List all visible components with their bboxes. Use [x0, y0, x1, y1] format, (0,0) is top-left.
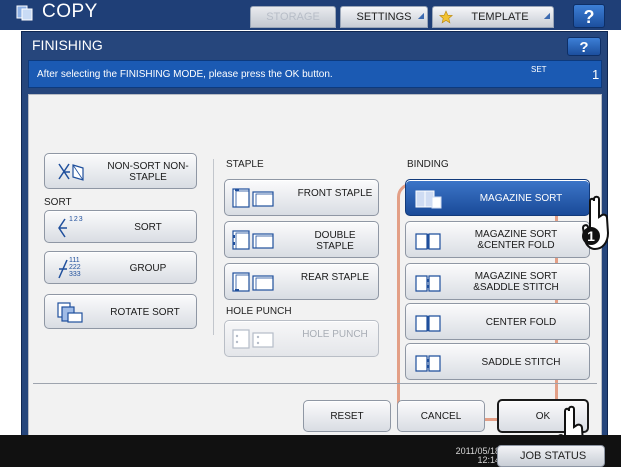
cancel-label: CANCEL — [420, 411, 462, 422]
double-staple-button[interactable]: DOUBLE STAPLE — [224, 221, 379, 258]
app-header: COPY STORAGE SETTINGS ◢ TEMPLATE ◢ ? — [0, 0, 621, 30]
saddle-stitch-icon — [415, 355, 441, 372]
front-staple-label: FRONT STAPLE — [297, 188, 373, 199]
copy-icon — [16, 5, 33, 21]
clock: 2011/05/18 12:14 — [452, 447, 500, 465]
center-fold-icon — [415, 315, 441, 332]
tab-settings-label: SETTINGS — [356, 11, 412, 23]
rear-staple-label: REAR STAPLE — [300, 272, 370, 283]
rotate-sort-button[interactable]: ROTATE SORT — [44, 294, 197, 329]
hole-punch-button[interactable]: HOLE PUNCH — [224, 320, 379, 357]
tab-storage-label: STORAGE — [266, 11, 320, 23]
time: 12:14 — [477, 455, 500, 465]
magazine-sort-button[interactable]: MAGAZINE SORT — [405, 179, 590, 216]
help-button[interactable]: ? — [573, 4, 605, 28]
non-sort-icon — [58, 163, 84, 181]
sort-label: SORT — [134, 222, 162, 233]
tab-template-label: TEMPLATE — [471, 11, 529, 23]
double-staple-label: DOUBLE STAPLE — [314, 230, 356, 252]
group-icon-digits: 111 222 333 — [69, 257, 81, 278]
saddle-stitch-label: SADDLE STITCH — [481, 357, 561, 368]
magazine-sort-icon — [415, 190, 442, 209]
center-fold-button[interactable]: CENTER FOLD — [405, 303, 590, 340]
cancel-button[interactable]: CANCEL — [397, 400, 485, 432]
group-button[interactable]: 111 222 333 GROUP — [44, 251, 197, 284]
hole-punch-label: HOLE PUNCH — [302, 329, 368, 340]
reset-button[interactable]: RESET — [303, 400, 391, 432]
tab-settings[interactable]: SETTINGS ◢ — [340, 6, 428, 28]
footer-divider — [33, 383, 597, 384]
tab-template[interactable]: TEMPLATE ◢ — [432, 6, 554, 28]
tab-storage[interactable]: STORAGE — [250, 6, 336, 28]
sort-section-label: SORT — [44, 197, 72, 208]
tab-arrow-icon: ◢ — [543, 11, 550, 20]
front-staple-button[interactable]: FRONT STAPLE — [224, 179, 379, 216]
column-divider — [213, 159, 214, 335]
hand-pointer-icon — [581, 195, 610, 251]
magazine-sort-saddle-stitch-button[interactable]: MAGAZINE SORT &SADDLE STITCH — [405, 263, 590, 300]
rear-staple-icon — [232, 272, 274, 292]
job-status-button[interactable]: JOB STATUS — [497, 445, 605, 467]
set-label: SET — [531, 65, 547, 74]
double-staple-icon — [232, 230, 274, 250]
magazine-sort-saddle-stitch-label: MAGAZINE SORT &SADDLE STITCH — [473, 271, 559, 293]
rear-staple-button[interactable]: REAR STAPLE — [224, 263, 379, 300]
binding-highlight-frame — [397, 183, 558, 421]
front-staple-icon — [232, 188, 274, 208]
non-sort-button[interactable]: NON-SORT NON-STAPLE — [44, 153, 197, 189]
app-title: COPY — [42, 1, 98, 22]
dialog-title: FINISHING — [32, 37, 103, 53]
saddle-stitch-book-icon — [415, 275, 441, 292]
group-label: GROUP — [129, 263, 167, 274]
rotate-sort-icon — [57, 302, 83, 323]
magazine-sort-center-fold-button[interactable]: MAGAZINE SORT &CENTER FOLD — [405, 221, 590, 258]
set-value: 1 — [592, 67, 600, 82]
star-icon — [439, 10, 453, 24]
finishing-dialog: FINISHING ? After selecting the FINISHIN… — [21, 31, 608, 451]
finishing-panel: NON-SORT NON-STAPLE SORT 123 SORT 111 22… — [28, 94, 602, 443]
sort-icon-digits: 123 — [69, 216, 84, 223]
binding-section-label: BINDING — [407, 159, 449, 170]
magazine-sort-center-fold-label: MAGAZINE SORT &CENTER FOLD — [474, 229, 558, 251]
hole-punch-icon — [232, 329, 274, 349]
magazine-sort-label: MAGAZINE SORT — [479, 193, 563, 204]
non-sort-label: NON-SORT NON-STAPLE — [107, 161, 189, 183]
hole-punch-section-label: HOLE PUNCH — [226, 306, 292, 317]
instruction-message: After selecting the FINISHING MODE, plea… — [37, 69, 333, 80]
sort-button[interactable]: 123 SORT — [44, 210, 197, 243]
callout-1-number: 1 — [582, 227, 600, 245]
dialog-help-button[interactable]: ? — [567, 37, 601, 56]
callout-1: 1 — [580, 195, 616, 255]
saddle-stitch-button[interactable]: SADDLE STITCH — [405, 343, 590, 380]
book-icon — [415, 233, 441, 250]
center-fold-label: CENTER FOLD — [485, 317, 557, 328]
message-bar: After selecting the FINISHING MODE, plea… — [28, 60, 602, 88]
staple-section-label: STAPLE — [226, 159, 264, 170]
reset-label: RESET — [330, 411, 364, 422]
rotate-sort-label: ROTATE SORT — [110, 307, 180, 318]
tab-arrow-icon: ◢ — [417, 11, 424, 20]
